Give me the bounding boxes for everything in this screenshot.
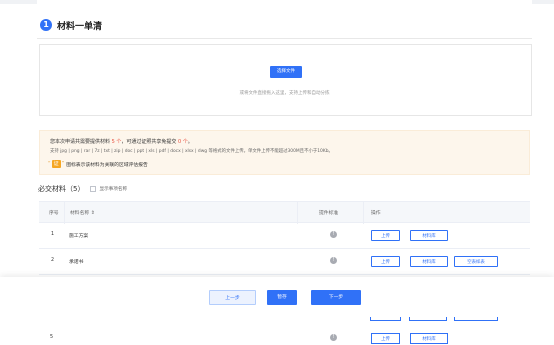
- divider: [37, 38, 532, 39]
- file-drop-zone[interactable]: [39, 44, 532, 116]
- section-header: 1 材料一单清: [40, 17, 102, 33]
- top-strip: [0, 0, 554, 4]
- col-standard: 提件标准: [319, 211, 339, 216]
- col-actions: 操作: [371, 211, 381, 216]
- section-title: 材料一单清: [57, 21, 103, 32]
- choose-file-button[interactable]: 选择文件: [270, 66, 302, 78]
- save-draft-button[interactable]: 暂存: [267, 290, 297, 305]
- sample-form-button-partial[interactable]: [454, 317, 498, 321]
- legend-note-text: 图标表示该材料为关联的区域评估报告: [66, 162, 148, 168]
- previous-step-button[interactable]: 上一步: [209, 290, 256, 305]
- col-divider: [64, 202, 65, 224]
- required-count: 5 个: [111, 139, 122, 145]
- notice-suffix: 。: [187, 139, 193, 145]
- table-row-partial: 5 ! 上传 材料库: [0, 317, 554, 344]
- col-divider: [363, 202, 364, 224]
- notice-prefix: 您本次申请共需要提供材料: [50, 139, 111, 145]
- row-name: 承诺书: [69, 260, 84, 265]
- legend-note: “ 证 ” 图标表示该材料为关联的区域评估报告: [48, 160, 148, 168]
- notice-box: 您本次申请共需要提供材料 5 个，可通过证照共享免提交 0 个。 支持 jpg …: [39, 130, 530, 175]
- supported-formats-text: 支持 jpg | png | rar | 7z | txt | zip | do…: [50, 149, 333, 154]
- notice-summary: 您本次申请共需要提供材料 5 个，可通过证照共享免提交 0 个。: [50, 138, 193, 145]
- step-number-badge: 1: [40, 19, 52, 31]
- show-item-names-checkbox[interactable]: [90, 186, 97, 192]
- certificate-badge-icon: 证: [51, 160, 61, 168]
- required-materials-title: 必交材料（5）: [38, 185, 85, 193]
- upload-button[interactable]: 上传: [371, 256, 400, 267]
- table-row: 1 施工方案 ! 上传 材料库: [39, 223, 530, 249]
- info-icon[interactable]: !: [330, 257, 337, 264]
- shared-count: 0 个: [178, 139, 188, 145]
- blank-sample-form-button[interactable]: 空表样表: [454, 256, 498, 267]
- row-index: 2: [51, 258, 55, 263]
- upload-button[interactable]: 上传: [371, 333, 400, 344]
- sort-icon[interactable]: ⇕: [91, 211, 95, 216]
- material-library-button[interactable]: 材料库: [410, 256, 448, 267]
- footer-action-bar: 上一步 暂存 下一步: [0, 277, 554, 317]
- row-index: 1: [51, 232, 55, 237]
- table-row: 2 承诺书 ! 上传 材料库 空表样表: [39, 249, 530, 275]
- row-name: 施工方案: [69, 234, 89, 239]
- quote-close-icon: ”: [61, 161, 65, 167]
- required-materials-header: 必交材料（5） 显示事项名称: [38, 184, 127, 194]
- col-divider: [297, 202, 298, 224]
- material-library-button[interactable]: 材料库: [410, 333, 448, 344]
- col-name-label: 材料名称: [70, 211, 90, 216]
- notice-middle: ，可通过证照共享免提交: [121, 139, 177, 145]
- info-icon[interactable]: !: [330, 231, 337, 238]
- material-library-button[interactable]: 材料库: [410, 230, 448, 241]
- material-library-button-partial[interactable]: [409, 317, 447, 321]
- row-index: 5: [50, 335, 54, 340]
- quote-open-icon: “: [48, 161, 51, 167]
- next-step-button[interactable]: 下一步: [311, 290, 361, 305]
- col-index: 序号: [49, 211, 59, 216]
- table-header: 序号 材料名称 ⇕ 提件标准 操作: [39, 201, 530, 224]
- upload-hint: 或将文件直接拖入这里，支持上传和自动分拣: [239, 91, 330, 96]
- upload-button[interactable]: 上传: [371, 230, 400, 241]
- show-item-names-label[interactable]: 显示事项名称: [99, 186, 127, 192]
- col-name[interactable]: 材料名称 ⇕: [70, 209, 95, 216]
- upload-button-partial[interactable]: [370, 317, 401, 321]
